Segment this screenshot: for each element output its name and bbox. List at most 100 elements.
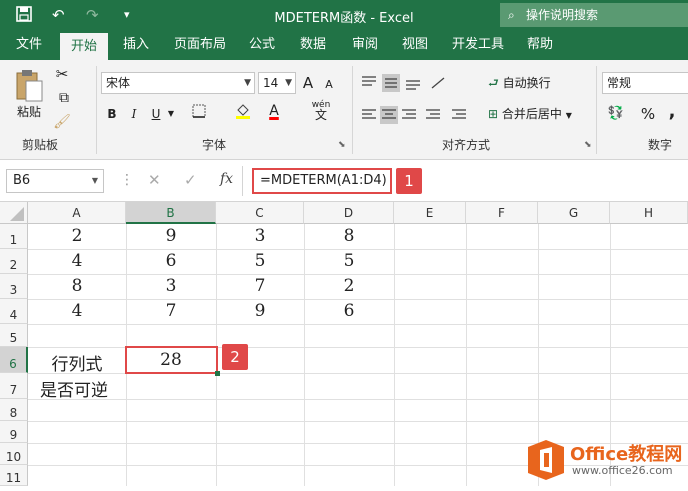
comma-style-button[interactable]: , xyxy=(664,102,680,122)
cell-b1[interactable]: 9 xyxy=(126,226,216,246)
row-header-4[interactable]: 4 xyxy=(0,299,28,324)
tab-help[interactable]: 帮助 xyxy=(520,30,560,60)
chevron-down-icon: ▼ xyxy=(244,78,251,88)
font-name-select[interactable]: 宋体 ▼ xyxy=(101,72,255,94)
clipboard-group-label: 剪贴板 xyxy=(21,138,58,152)
horizontal-align-icons[interactable] xyxy=(360,106,480,124)
underline-button[interactable]: U xyxy=(148,104,164,124)
row-header-1[interactable]: 1 xyxy=(0,224,28,249)
row-header-5[interactable]: 5 xyxy=(0,324,28,347)
name-box[interactable]: B6 ▼ xyxy=(6,169,104,193)
row-header-9[interactable]: 9 xyxy=(0,421,28,443)
merge-center-button[interactable]: ⊞ 合并后居中 ▼ xyxy=(488,104,592,126)
paste-icon[interactable] xyxy=(14,68,46,104)
callout-badge-1: 1 xyxy=(396,168,422,194)
watermark: Office教程网 www.office26.com xyxy=(526,436,688,486)
cell-b3[interactable]: 3 xyxy=(126,276,216,296)
bold-button[interactable]: B xyxy=(104,104,120,124)
cell-c4[interactable]: 9 xyxy=(216,301,304,321)
column-header-h[interactable]: H xyxy=(610,202,688,224)
insert-function-icon[interactable]: fx xyxy=(220,171,233,187)
copy-icon[interactable]: ⧉ xyxy=(52,88,76,108)
tab-view[interactable]: 视图 xyxy=(394,30,436,60)
column-header-a[interactable]: A xyxy=(28,202,126,224)
chevron-down-icon[interactable]: ▼ xyxy=(166,104,176,124)
cell-a1[interactable]: 2 xyxy=(28,226,126,246)
column-header-c[interactable]: C xyxy=(216,202,304,224)
group-separator xyxy=(352,66,353,154)
tell-me-search[interactable]: ⌕ 操作说明搜索 xyxy=(500,3,688,27)
column-header-g[interactable]: G xyxy=(538,202,610,224)
row-header-6[interactable]: 6 xyxy=(0,347,28,373)
number-format-select[interactable]: 常规 xyxy=(602,72,688,94)
tab-review[interactable]: 审阅 xyxy=(344,30,386,60)
name-box-value: B6 xyxy=(13,173,31,188)
row-header-3[interactable]: 3 xyxy=(0,274,28,299)
tab-formulas[interactable]: 公式 xyxy=(242,30,282,60)
row-header-7[interactable]: 7 xyxy=(0,373,28,399)
font-size-select[interactable]: 14 ▼ xyxy=(258,72,296,94)
cell-d1[interactable]: 8 xyxy=(304,226,394,246)
tab-home[interactable]: 开始 xyxy=(60,33,108,60)
format-painter-icon[interactable]: 🖌 xyxy=(52,112,72,132)
grow-font-icon[interactable]: A xyxy=(300,73,316,93)
vertical-align-icons[interactable] xyxy=(360,74,450,92)
fill-color-icon[interactable] xyxy=(234,102,252,126)
border-icon[interactable] xyxy=(190,104,208,124)
gridline xyxy=(28,249,688,250)
dialog-launcher-icon[interactable]: ⬊ xyxy=(584,140,592,150)
cell-a4[interactable]: 4 xyxy=(28,301,126,321)
tab-page-layout[interactable]: 页面布局 xyxy=(166,30,234,60)
row-header-10[interactable]: 10 xyxy=(0,443,28,465)
fill-handle[interactable] xyxy=(215,371,220,376)
tab-data[interactable]: 数据 xyxy=(292,30,334,60)
row-header-2[interactable]: 2 xyxy=(0,249,28,274)
chevron-down-icon[interactable]: ▼ xyxy=(92,170,98,192)
active-cell-highlight xyxy=(125,346,218,374)
font-color-letter: A xyxy=(269,103,279,119)
gridline xyxy=(28,274,688,275)
cell-d2[interactable]: 5 xyxy=(304,251,394,271)
shrink-font-icon[interactable]: A xyxy=(322,75,336,95)
cell-c1[interactable]: 3 xyxy=(216,226,304,246)
cancel-icon[interactable]: ✕ xyxy=(148,171,161,189)
wrap-text-button[interactable]: ⮐ 自动换行 xyxy=(488,73,568,93)
font-color-icon[interactable]: A xyxy=(266,101,282,121)
cell-d3[interactable]: 2 xyxy=(304,276,394,296)
tab-file[interactable]: 文件 xyxy=(6,30,52,60)
gridline xyxy=(28,421,688,422)
dialog-launcher-icon[interactable]: ⬊ xyxy=(338,140,346,150)
cell-a7[interactable]: 是否可逆 xyxy=(28,376,126,401)
watermark-url: www.office26.com xyxy=(572,464,673,477)
cell-b2[interactable]: 6 xyxy=(126,251,216,271)
cell-a2[interactable]: 4 xyxy=(28,251,126,271)
gridline xyxy=(466,224,467,486)
accounting-format-icon[interactable]: 💱 xyxy=(604,104,628,124)
tab-developer[interactable]: 开发工具 xyxy=(446,30,510,60)
column-header-b[interactable]: B xyxy=(126,202,216,224)
cell-c2[interactable]: 5 xyxy=(216,251,304,271)
chevron-down-icon: ▼ xyxy=(565,111,572,120)
cell-a6[interactable]: 行列式 xyxy=(28,350,126,375)
group-separator xyxy=(96,66,97,154)
cell-d4[interactable]: 6 xyxy=(304,301,394,321)
cell-b4[interactable]: 7 xyxy=(126,301,216,321)
paste-button[interactable]: 粘贴 xyxy=(12,102,46,122)
italic-button[interactable]: I xyxy=(126,104,142,124)
column-header-e[interactable]: E xyxy=(394,202,466,224)
select-all-button[interactable] xyxy=(0,202,28,224)
formula-bar-more-icon[interactable]: ⋮ xyxy=(120,172,134,188)
phonetic-guide-icon[interactable]: wén 文 xyxy=(310,100,332,121)
cell-a3[interactable]: 8 xyxy=(28,276,126,296)
row-header-11[interactable]: 11 xyxy=(0,465,28,486)
percent-style-button[interactable]: % xyxy=(640,104,656,124)
column-header-f[interactable]: F xyxy=(466,202,538,224)
cell-c3[interactable]: 7 xyxy=(216,276,304,296)
tab-insert[interactable]: 插入 xyxy=(114,30,158,60)
cut-icon[interactable]: ✂ xyxy=(52,64,72,84)
column-header-d[interactable]: D xyxy=(304,202,394,224)
number-format-value: 常规 xyxy=(607,76,632,90)
enter-icon[interactable]: ✓ xyxy=(184,171,197,189)
row-header-8[interactable]: 8 xyxy=(0,399,28,421)
formula-input[interactable]: =MDETERM(A1:D4) xyxy=(252,168,392,194)
